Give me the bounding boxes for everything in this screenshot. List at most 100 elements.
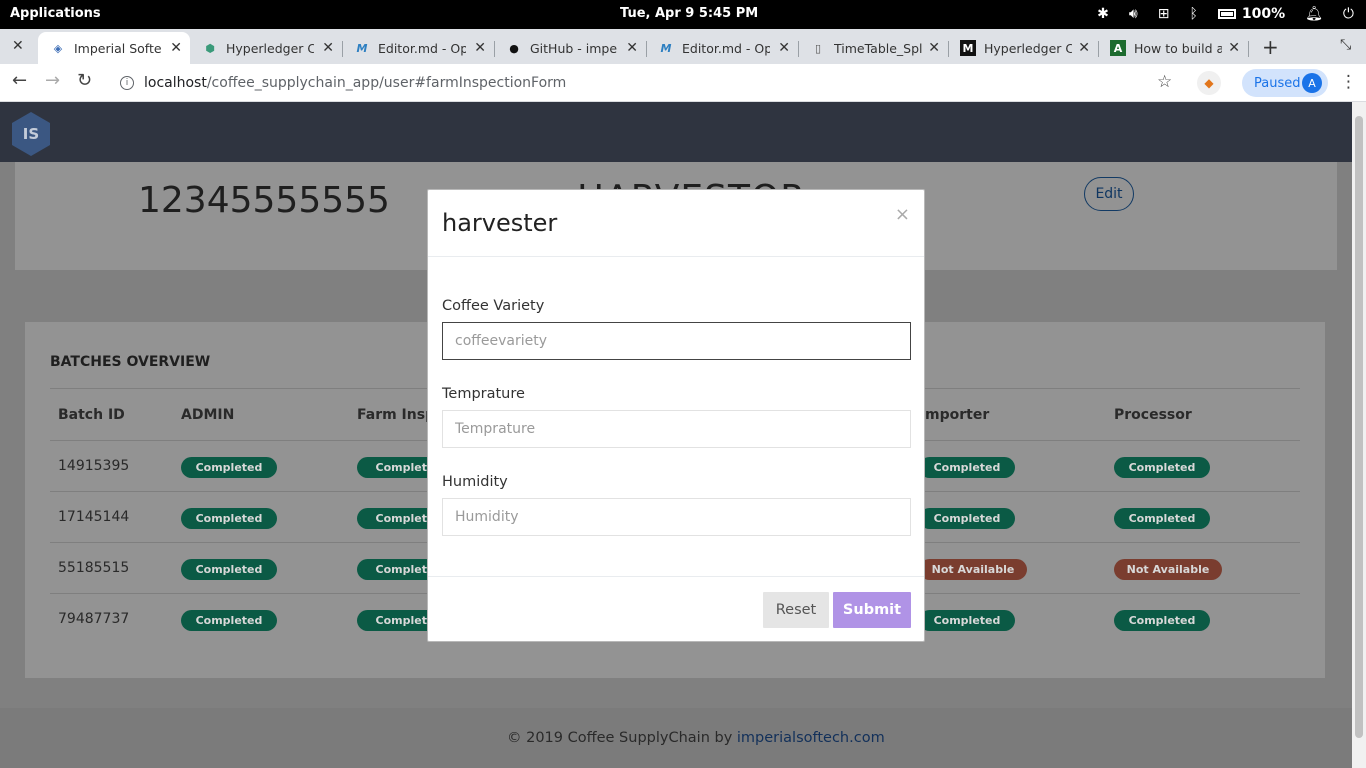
green-a-icon: A [1110, 40, 1126, 56]
address-bar[interactable]: i localhost/coffee_supplychain_app/user#… [110, 68, 1190, 98]
close-icon[interactable]: × [895, 204, 910, 225]
tab-title: How to build a blockchain [1134, 40, 1222, 56]
section-title: BATCHES OVERVIEW [50, 354, 211, 370]
paused-label: Paused [1254, 75, 1301, 91]
slack-icon[interactable]: ✱ [1097, 6, 1109, 22]
batch-id[interactable]: 55185515 [58, 560, 129, 576]
network-icon[interactable]: ⊞ [1158, 6, 1170, 22]
reset-button[interactable]: Reset [763, 592, 829, 628]
volume-icon[interactable]: 🔊︎ [1129, 6, 1138, 22]
status-badge: Not Available [919, 559, 1027, 580]
notification-bell-icon[interactable]: 🔔︎ [1305, 6, 1323, 22]
batch-id[interactable]: 17145144 [58, 509, 129, 525]
imperial-icon: ◈ [53, 41, 63, 55]
status-badge: Completed [1114, 610, 1210, 631]
harvester-modal: harvester × Coffee Variety Temprature Hu… [427, 189, 925, 642]
batch-id[interactable]: 79487737 [58, 611, 129, 627]
metamask-fox-icon[interactable]: ◆ [1197, 71, 1221, 95]
editor-md-icon: M [660, 41, 672, 55]
reload-icon[interactable]: ↻ [77, 70, 92, 91]
close-tab-icon[interactable]: ✕ [12, 38, 24, 54]
status-badge: Completed [181, 508, 277, 529]
column-header: Batch ID [58, 407, 125, 423]
status-badge: Completed [919, 457, 1015, 478]
kebab-menu-icon[interactable]: ⋮ [1340, 72, 1357, 92]
browser-tab[interactable]: ● GitHub - imperialsoftech ✕ [494, 32, 646, 64]
tab-title: GitHub - imperialsoftech [530, 40, 618, 56]
app-logo[interactable]: IS [12, 112, 50, 156]
close-tab-icon[interactable]: ✕ [1078, 40, 1090, 56]
browser-tab[interactable]: M Editor.md - Open source ✕ [646, 32, 798, 64]
browser-tab[interactable]: M Hyperledger Composer ✕ [948, 32, 1098, 64]
browser-tab[interactable]: A How to build a blockchain ✕ [1098, 32, 1248, 64]
url-host: localhost [144, 75, 207, 91]
tab-title: Hyperledger Composer [984, 40, 1072, 56]
forward-arrow-icon[interactable]: → [45, 70, 60, 91]
edit-button[interactable]: Edit [1084, 177, 1134, 211]
back-arrow-icon[interactable]: ← [12, 70, 27, 91]
close-tab-icon[interactable]: ✕ [928, 40, 940, 56]
tab-title: Editor.md - Open source [378, 40, 466, 56]
footer-text: © 2019 Coffee SupplyChain by imperialsof… [507, 730, 885, 746]
tab-title: Editor.md - Open source [682, 40, 770, 56]
browser-tab[interactable]: ⬢ Hyperledger Composer ✕ [190, 32, 342, 64]
editor-md-icon: M [356, 41, 368, 55]
temprature-input[interactable] [442, 410, 911, 448]
tab-separator [1248, 41, 1249, 57]
column-header: mporter [925, 407, 990, 423]
battery-icon [1217, 9, 1236, 19]
tab-title: Hyperledger Composer [226, 40, 314, 56]
status-badge: Completed [181, 457, 277, 478]
bookmark-star-icon[interactable]: ☆ [1157, 72, 1172, 92]
page-footer: © 2019 Coffee SupplyChain by imperialsof… [0, 708, 1352, 768]
battery-indicator[interactable]: 100% [1217, 6, 1286, 22]
status-badge: Completed [181, 559, 277, 580]
modal-title: harvester [442, 209, 558, 237]
user-number: 12345555555 [138, 180, 390, 221]
close-tab-icon[interactable]: ✕ [1228, 40, 1240, 56]
url-path: /coffee_supplychain_app/user#farmInspect… [206, 75, 567, 91]
status-badge: Completed [181, 610, 277, 631]
coffee-variety-input[interactable] [442, 322, 911, 360]
avatar: A [1302, 73, 1322, 93]
close-tab-icon[interactable]: ✕ [778, 40, 790, 56]
bluetooth-icon[interactable]: ᛒ [1189, 6, 1197, 22]
page-scrollbar[interactable] [1352, 102, 1366, 768]
footer-link[interactable]: imperialsoftech.com [737, 730, 885, 746]
browser-toolbar: ← → ↻ i localhost/coffee_supplychain_app… [0, 64, 1366, 102]
clock[interactable]: Tue, Apr 9 5:45 PM [620, 6, 758, 21]
divider [428, 256, 924, 257]
close-tab-icon[interactable]: ✕ [626, 40, 638, 56]
app-header: IS [0, 102, 1352, 162]
status-badge: Completed [1114, 457, 1210, 478]
status-badge: Not Available [1114, 559, 1222, 580]
browser-tab[interactable]: M Editor.md - Open source ✕ [342, 32, 494, 64]
new-tab-plus-icon[interactable]: + [1262, 35, 1279, 59]
power-icon[interactable]: ⏻ [1343, 6, 1354, 22]
divider [428, 576, 924, 577]
close-tab-icon[interactable]: ✕ [474, 40, 486, 56]
coffee-variety-label: Coffee Variety [442, 298, 545, 314]
close-tab-icon[interactable]: ✕ [170, 40, 182, 56]
tab-title: TimeTable_Split [834, 40, 922, 56]
close-tab-icon[interactable]: ✕ [322, 40, 334, 56]
browser-tab[interactable]: ◈ Imperial Softech ✕ [38, 32, 190, 64]
browser-tab[interactable]: ▯ TimeTable_Split ✕ [798, 32, 948, 64]
medium-icon: M [960, 40, 976, 56]
info-icon[interactable]: i [120, 76, 134, 90]
status-badge: Completed [1114, 508, 1210, 529]
applications-menu[interactable]: Applications [10, 6, 101, 21]
submit-button[interactable]: Submit [833, 592, 911, 628]
column-header: Processor [1114, 407, 1192, 423]
batch-id[interactable]: 14915395 [58, 458, 129, 474]
scrollbar-thumb[interactable] [1355, 116, 1363, 738]
tab-title: Imperial Softech [74, 40, 162, 56]
humidity-input[interactable] [442, 498, 911, 536]
column-header: ADMIN [181, 407, 235, 423]
restore-window-icon[interactable]: ⤡ [1340, 37, 1351, 53]
copyright-text: © 2019 Coffee SupplyChain by [507, 730, 737, 746]
battery-percent: 100% [1241, 6, 1286, 22]
profile-paused-chip[interactable]: Paused A [1242, 69, 1328, 97]
hyperledger-icon: ⬢ [205, 41, 215, 55]
document-icon: ▯ [814, 41, 822, 55]
